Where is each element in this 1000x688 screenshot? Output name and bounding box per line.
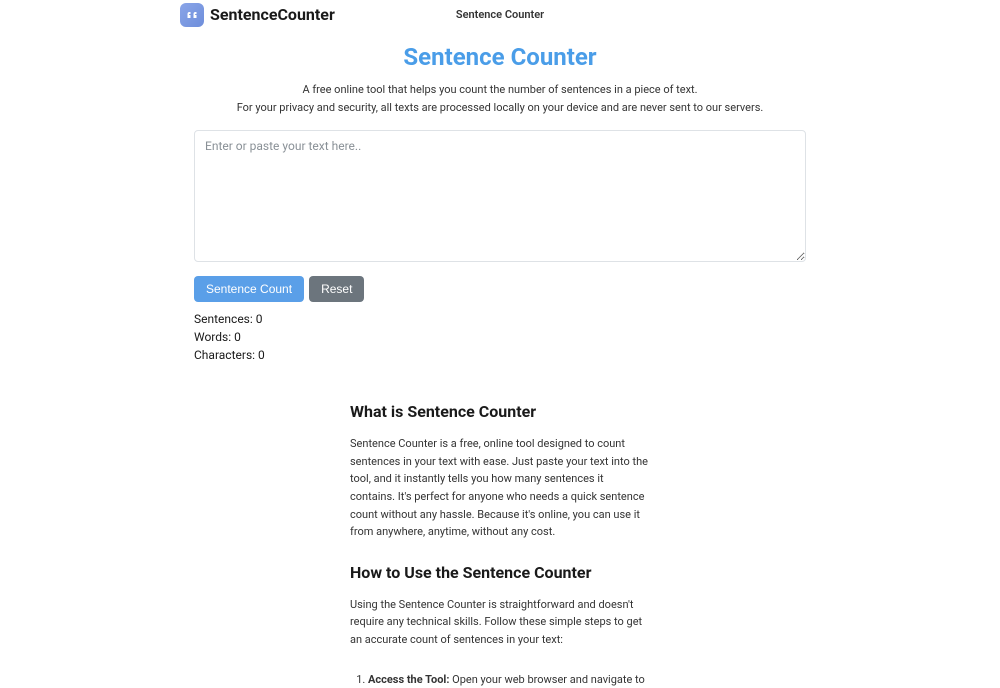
quote-icon bbox=[180, 3, 204, 27]
paragraph-how-to: Using the Sentence Counter is straightfo… bbox=[350, 596, 650, 649]
logo-text: SentenceCounter bbox=[210, 5, 335, 24]
steps-list: Access the Tool: Open your web browser a… bbox=[350, 671, 650, 688]
logo[interactable]: SentenceCounter bbox=[180, 3, 335, 27]
tool-container: Sentence Count Reset Sentences: 0 Words:… bbox=[190, 116, 810, 364]
heading-how-to: How to Use the Sentence Counter bbox=[350, 563, 650, 582]
button-row: Sentence Count Reset bbox=[194, 276, 806, 302]
sentence-count-button[interactable]: Sentence Count bbox=[194, 276, 304, 302]
text-input[interactable] bbox=[194, 130, 806, 262]
step-1-bold: Access the Tool: bbox=[368, 673, 449, 686]
nav-link-sentence-counter[interactable]: Sentence Counter bbox=[456, 8, 544, 21]
stats-block: Sentences: 0 Words: 0 Characters: 0 bbox=[194, 310, 806, 364]
article-content: What is Sentence Counter Sentence Counte… bbox=[350, 402, 650, 688]
subtitle-line-1: A free online tool that helps you count … bbox=[0, 81, 1000, 99]
step-1: Access the Tool: Open your web browser a… bbox=[368, 671, 650, 688]
stat-words: Words: 0 bbox=[194, 328, 806, 346]
page-title: Sentence Counter bbox=[0, 43, 1000, 71]
header: SentenceCounter Sentence Counter bbox=[0, 0, 1000, 29]
step-1-text: Open your web browser and navigate to bbox=[449, 673, 644, 686]
stat-sentences: Sentences: 0 bbox=[194, 310, 806, 328]
subtitle-line-2: For your privacy and security, all texts… bbox=[0, 99, 1000, 117]
stat-characters: Characters: 0 bbox=[194, 346, 806, 364]
reset-button[interactable]: Reset bbox=[309, 276, 364, 302]
heading-what-is: What is Sentence Counter bbox=[350, 402, 650, 421]
paragraph-what-is: Sentence Counter is a free, online tool … bbox=[350, 435, 650, 541]
page-subtitle: A free online tool that helps you count … bbox=[0, 81, 1000, 116]
